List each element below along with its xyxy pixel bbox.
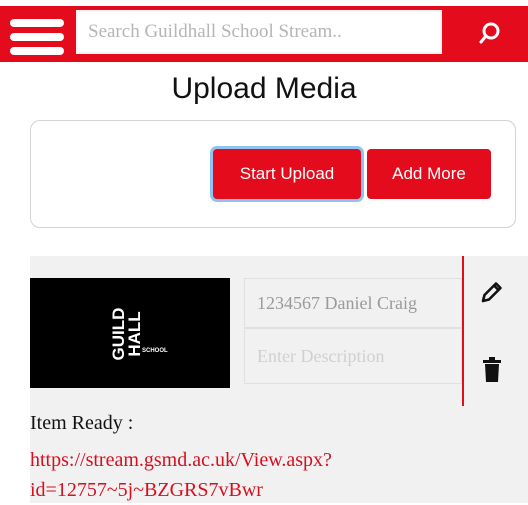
hamburger-menu-icon[interactable] <box>10 19 64 55</box>
add-more-button[interactable]: Add More <box>367 149 491 199</box>
item-fields <box>244 256 462 404</box>
item-view-link[interactable]: https://stream.gsmd.ac.uk/View.aspx? id=… <box>30 445 450 505</box>
search-button[interactable] <box>452 10 528 56</box>
item-link-line: id=12757~5j~BZGRS7vBwr <box>30 479 263 501</box>
menu-line <box>10 19 64 27</box>
pencil-icon <box>481 282 502 303</box>
upload-controls-panel: Start Upload Add More <box>30 120 516 228</box>
page-title: Upload Media <box>171 72 357 105</box>
edit-button[interactable] <box>474 274 510 310</box>
search-input[interactable] <box>76 10 442 54</box>
item-link-line: https://stream.gsmd.ac.uk/View.aspx? <box>30 449 332 471</box>
media-thumbnail: GUILD HALL SCHOOL <box>30 278 230 388</box>
item-actions-divider <box>462 256 464 406</box>
menu-line <box>10 47 64 55</box>
guildhall-logo: GUILD HALL SCHOOL <box>109 308 168 361</box>
media-item: GUILD HALL SCHOOL Item Ready : https://s… <box>30 256 528 503</box>
trash-icon <box>483 357 501 382</box>
title-input[interactable] <box>244 278 462 328</box>
description-input[interactable] <box>244 328 462 384</box>
menu-line <box>10 33 64 41</box>
delete-button[interactable] <box>474 352 510 388</box>
top-bar <box>0 0 528 68</box>
search-icon <box>479 22 500 44</box>
item-status-label: Item Ready : <box>30 412 134 434</box>
svg-text:SCHOOL: SCHOOL <box>142 348 168 354</box>
start-upload-button[interactable]: Start Upload <box>213 149 361 199</box>
